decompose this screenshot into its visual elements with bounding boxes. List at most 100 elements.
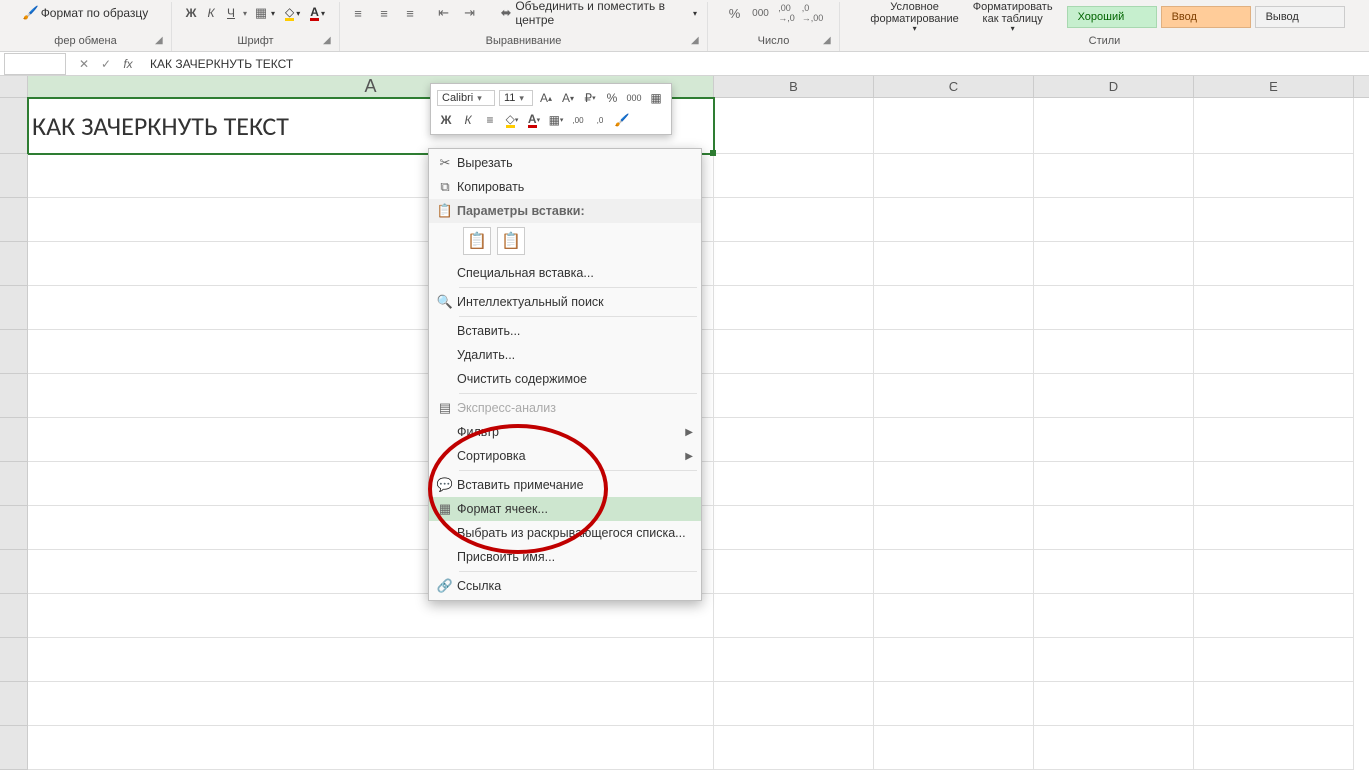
- thousands-button[interactable]: 000: [749, 3, 773, 23]
- cell[interactable]: [874, 638, 1034, 682]
- context-smart-lookup[interactable]: 🔍 Интеллектуальный поиск: [429, 290, 701, 314]
- context-format-cells[interactable]: ▦ Формат ячеек...: [429, 497, 701, 521]
- format-painter-button[interactable]: 🖌️ Формат по образцу: [19, 3, 153, 23]
- cell[interactable]: [28, 682, 714, 726]
- cell-e1[interactable]: [1194, 98, 1354, 154]
- cell[interactable]: [714, 506, 874, 550]
- increase-indent-button[interactable]: ⇥: [458, 3, 482, 23]
- cell[interactable]: [714, 550, 874, 594]
- cell[interactable]: [874, 198, 1034, 242]
- paste-option-values[interactable]: 📋: [497, 227, 525, 255]
- cell[interactable]: [1194, 638, 1354, 682]
- style-output[interactable]: Вывод: [1255, 6, 1345, 28]
- cell[interactable]: [874, 374, 1034, 418]
- cell[interactable]: [28, 726, 714, 770]
- italic-button[interactable]: К: [202, 4, 220, 22]
- cell-b1[interactable]: [714, 98, 874, 154]
- cell[interactable]: [1194, 462, 1354, 506]
- context-filter[interactable]: Фильтр ▶: [429, 420, 701, 444]
- row-header-1[interactable]: [0, 98, 28, 154]
- row-header[interactable]: [0, 418, 28, 462]
- cell[interactable]: [1194, 330, 1354, 374]
- cell[interactable]: [1034, 682, 1194, 726]
- cell[interactable]: [1034, 242, 1194, 286]
- decrease-decimal-button[interactable]: ,0→,00: [801, 3, 825, 23]
- cell[interactable]: [1034, 638, 1194, 682]
- fill-color-button[interactable]: ◇▾: [281, 4, 304, 23]
- cell[interactable]: [1034, 594, 1194, 638]
- cell[interactable]: [1194, 374, 1354, 418]
- row-header[interactable]: [0, 198, 28, 242]
- cell[interactable]: [714, 462, 874, 506]
- context-copy[interactable]: ⧉ Копировать: [429, 175, 701, 199]
- cell[interactable]: [714, 638, 874, 682]
- cell-d1[interactable]: [1034, 98, 1194, 154]
- cell[interactable]: [1034, 330, 1194, 374]
- cell[interactable]: [714, 154, 874, 198]
- percent-button[interactable]: %: [723, 3, 747, 23]
- cancel-formula-button[interactable]: ✕: [76, 57, 92, 71]
- paste-option-default[interactable]: 📋: [463, 227, 491, 255]
- context-insert-comment[interactable]: 💬 Вставить примечание: [429, 473, 701, 497]
- mini-italic-button[interactable]: К: [459, 111, 477, 129]
- context-insert[interactable]: Вставить...: [429, 319, 701, 343]
- context-cut[interactable]: ✂ Вырезать: [429, 151, 701, 175]
- cell[interactable]: [1034, 374, 1194, 418]
- cell[interactable]: [1034, 506, 1194, 550]
- row-header[interactable]: [0, 550, 28, 594]
- cell[interactable]: [1034, 154, 1194, 198]
- cell[interactable]: [874, 154, 1034, 198]
- mini-format-painter-button[interactable]: 🖌️: [613, 111, 631, 129]
- bold-button[interactable]: Ж: [182, 4, 200, 22]
- select-all-corner[interactable]: [0, 76, 28, 97]
- font-color-button[interactable]: А▾: [306, 4, 329, 23]
- cell[interactable]: [874, 242, 1034, 286]
- fx-button[interactable]: fx: [120, 57, 136, 71]
- alignment-launcher-icon[interactable]: ◢: [691, 35, 703, 47]
- row-header[interactable]: [0, 506, 28, 550]
- underline-button[interactable]: Ч: [222, 4, 240, 22]
- cell[interactable]: [714, 682, 874, 726]
- style-input[interactable]: Ввод: [1161, 6, 1251, 28]
- cell[interactable]: [1194, 286, 1354, 330]
- cell[interactable]: [874, 330, 1034, 374]
- cell[interactable]: [874, 418, 1034, 462]
- comma-style-button[interactable]: 000: [625, 89, 643, 107]
- mini-borders-button[interactable]: ▦▾: [547, 111, 565, 129]
- enter-formula-button[interactable]: ✓: [98, 57, 114, 71]
- row-header[interactable]: [0, 154, 28, 198]
- mini-font-color-button[interactable]: А▾: [525, 111, 543, 129]
- mini-decimal-inc-button[interactable]: ,00: [569, 111, 587, 129]
- context-pick-from-list[interactable]: Выбрать из раскрывающегося списка...: [429, 521, 701, 545]
- style-good[interactable]: Хороший: [1067, 6, 1157, 28]
- col-header-d[interactable]: D: [1034, 76, 1194, 97]
- formula-input[interactable]: КАК ЗАЧЕРКНУТЬ ТЕКСТ: [142, 57, 1369, 71]
- col-header-b[interactable]: B: [714, 76, 874, 97]
- cell[interactable]: [874, 506, 1034, 550]
- decrease-indent-button[interactable]: ⇤: [432, 3, 456, 23]
- cell[interactable]: [874, 550, 1034, 594]
- align-center-button[interactable]: ≡: [372, 3, 396, 23]
- number-launcher-icon[interactable]: ◢: [823, 35, 835, 47]
- cell[interactable]: [1194, 242, 1354, 286]
- cell[interactable]: [714, 330, 874, 374]
- cell[interactable]: [1034, 198, 1194, 242]
- underline-dropdown[interactable]: ▾: [242, 9, 247, 18]
- mini-font-size[interactable]: 11▾: [499, 90, 533, 106]
- context-paste-special[interactable]: Специальная вставка...: [429, 261, 701, 285]
- mini-decimal-dec-button[interactable]: ,0: [591, 111, 609, 129]
- mini-bold-button[interactable]: Ж: [437, 111, 455, 129]
- clipboard-launcher-icon[interactable]: ◢: [155, 35, 167, 47]
- borders-button[interactable]: ▦▾: [249, 3, 279, 23]
- context-sort[interactable]: Сортировка ▶: [429, 444, 701, 468]
- align-right-button[interactable]: ≡: [398, 3, 422, 23]
- cell[interactable]: [714, 594, 874, 638]
- conditional-formatting-button[interactable]: Условное форматирование ▾: [864, 0, 964, 36]
- align-left-button[interactable]: ≡: [346, 3, 370, 23]
- row-header[interactable]: [0, 286, 28, 330]
- cell[interactable]: [1194, 154, 1354, 198]
- cell[interactable]: [714, 374, 874, 418]
- cell[interactable]: [1034, 550, 1194, 594]
- col-header-c[interactable]: C: [874, 76, 1034, 97]
- mini-font-name[interactable]: Calibri▾: [437, 90, 495, 106]
